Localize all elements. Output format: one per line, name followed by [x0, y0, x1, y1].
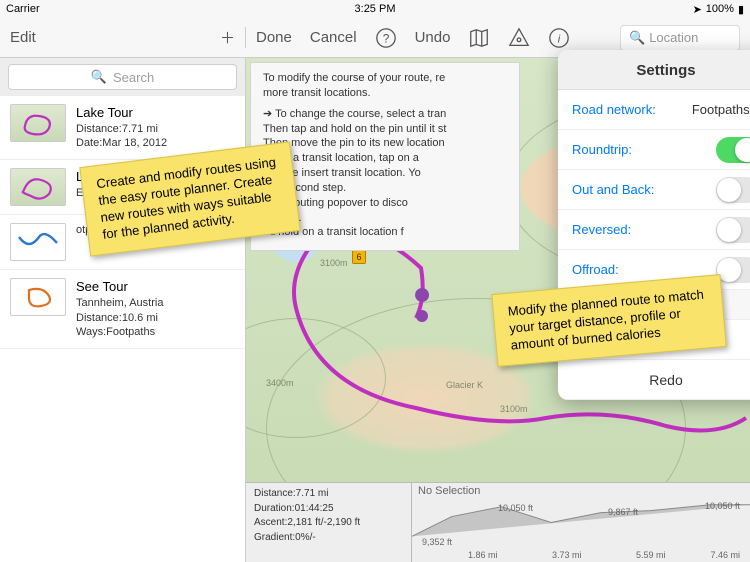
elev-label: 10,050 ft: [498, 503, 533, 513]
elevation-label: 3100m: [500, 404, 528, 414]
status-bar: Carrier 3:25 PM ➤ 100% ▮: [0, 0, 750, 18]
svg-text:?: ?: [382, 31, 389, 45]
sidebar: 🔍 Search Lake Tour Distance:7.71 mi Date…: [0, 58, 246, 562]
map-label: Glacier K: [446, 380, 483, 390]
road-network-row[interactable]: Road network: Footpaths ›: [558, 90, 750, 130]
elevation-label: 3400m: [266, 378, 294, 388]
map-icon[interactable]: [468, 27, 490, 49]
stat-gradient: Gradient:0%/-: [254, 531, 403, 546]
dist-label: 5.59 mi: [636, 550, 666, 560]
bottom-panel: Distance:7.71 mi Duration:01:44:25 Ascen…: [246, 482, 750, 562]
route-thumb: [10, 278, 66, 316]
reversed-toggle[interactable]: [716, 217, 750, 243]
instr-line: ➔ To change the course, select a tran: [263, 107, 507, 122]
offroad-toggle[interactable]: [716, 257, 750, 283]
note-text: Create and modify routes using the easy …: [96, 154, 277, 241]
note-text: Modify the planned route to match your t…: [507, 287, 704, 353]
elev-label: 9,867 ft: [608, 507, 638, 517]
clock: 3:25 PM: [355, 3, 396, 15]
route-icon[interactable]: [508, 27, 530, 49]
outback-row: Out and Back:: [558, 170, 750, 210]
search-icon: 🔍: [91, 69, 107, 85]
info-icon[interactable]: i: [548, 27, 570, 49]
battery-label: 100%: [706, 3, 734, 15]
route-item[interactable]: See Tour Tannheim, Austria Distance:10.6…: [0, 270, 245, 349]
stat-duration: Duration:01:44:25: [254, 502, 403, 517]
instr-line: Then move the pin to its new location: [263, 136, 507, 151]
sidebar-search-wrap: 🔍 Search: [0, 58, 245, 96]
search-placeholder: Search: [113, 70, 154, 85]
dist-label: 1.86 mi: [468, 550, 498, 560]
svg-text:i: i: [558, 33, 561, 45]
route-info: Lake Tour Distance:7.71 mi Date:Mar 18, …: [76, 104, 167, 151]
instr-line: n the routing popover to disco: [263, 196, 507, 211]
battery-icon: ▮: [738, 3, 744, 16]
route-info: See Tour Tannheim, Austria Distance:10.6…: [76, 278, 163, 340]
waypoint-marker[interactable]: 6: [352, 250, 366, 264]
route-thumb: [10, 223, 66, 261]
road-network-value: Footpaths: [692, 102, 750, 117]
outback-toggle[interactable]: [716, 177, 750, 203]
add-button[interactable]: ＋: [220, 27, 235, 48]
stat-distance: Distance:7.71 mi: [254, 487, 403, 502]
cancel-button[interactable]: Cancel: [310, 29, 357, 46]
instr-line: To modify the course of your route, re: [263, 71, 507, 86]
route-line: Distance:10.6 mi: [76, 311, 163, 326]
route-line: Tannheim, Austria: [76, 296, 163, 311]
route-thumb: [10, 104, 66, 142]
route-name: Lake Tour: [76, 104, 167, 122]
route-line: Ways:Footpaths: [76, 325, 163, 340]
outback-label: Out and Back:: [572, 182, 654, 197]
elev-label: 10,050 ft: [705, 501, 740, 511]
sidebar-toolbar: Edit ＋: [0, 27, 246, 48]
popover-redo[interactable]: Redo: [558, 360, 750, 400]
location-arrow-icon: ➤: [693, 3, 702, 16]
location-search[interactable]: 🔍 Location: [620, 25, 740, 51]
elevation-label: 3100m: [320, 258, 348, 268]
location-placeholder: Location: [649, 30, 698, 45]
main-toolbar: Done Cancel ? Undo i 🔍 Location: [246, 25, 750, 51]
stat-ascent: Ascent:2,181 ft/-2,190 ft: [254, 516, 403, 531]
reversed-label: Reversed:: [572, 222, 631, 237]
roundtrip-toggle[interactable]: [716, 137, 750, 163]
sidebar-search-input[interactable]: 🔍 Search: [8, 64, 237, 90]
dist-label: 7.46 mi: [710, 550, 740, 560]
popover-title: Settings: [558, 50, 750, 90]
route-stats: Distance:7.71 mi Duration:01:44:25 Ascen…: [246, 483, 412, 562]
dist-label: 3.73 mi: [552, 550, 582, 560]
road-network-label: Road network:: [572, 102, 656, 117]
carrier-label: Carrier: [6, 3, 40, 15]
roundtrip-label: Roundtrip:: [572, 142, 632, 157]
instr-line: choose insert transit location. Yo: [263, 166, 507, 181]
instr-line: in a second step.: [263, 181, 507, 196]
reversed-row: Reversed:: [558, 210, 750, 250]
instr-line: insert a transit location, tap on a: [263, 151, 507, 166]
route-thumb: [10, 168, 66, 206]
route-line: Distance:7.71 mi: [76, 122, 167, 137]
instr-line: more transit locations.: [263, 86, 507, 101]
elevation-profile[interactable]: No Selection 9,352 ft 10,050 ft 9,867 ft…: [412, 483, 750, 562]
no-selection-label: No Selection: [418, 485, 480, 497]
edit-button[interactable]: Edit: [10, 29, 36, 46]
instr-line: Then tap and hold on the pin until it st: [263, 122, 507, 137]
route-line: Date:Mar 18, 2012: [76, 136, 167, 151]
roundtrip-row: Roundtrip:: [558, 130, 750, 170]
offroad-label: Offroad:: [572, 262, 619, 277]
done-button[interactable]: Done: [256, 29, 292, 46]
elev-label: 9,352 ft: [422, 537, 452, 547]
search-icon: 🔍: [629, 30, 645, 46]
help-icon[interactable]: ?: [375, 27, 397, 49]
undo-button[interactable]: Undo: [415, 29, 451, 46]
route-name: See Tour: [76, 278, 163, 296]
